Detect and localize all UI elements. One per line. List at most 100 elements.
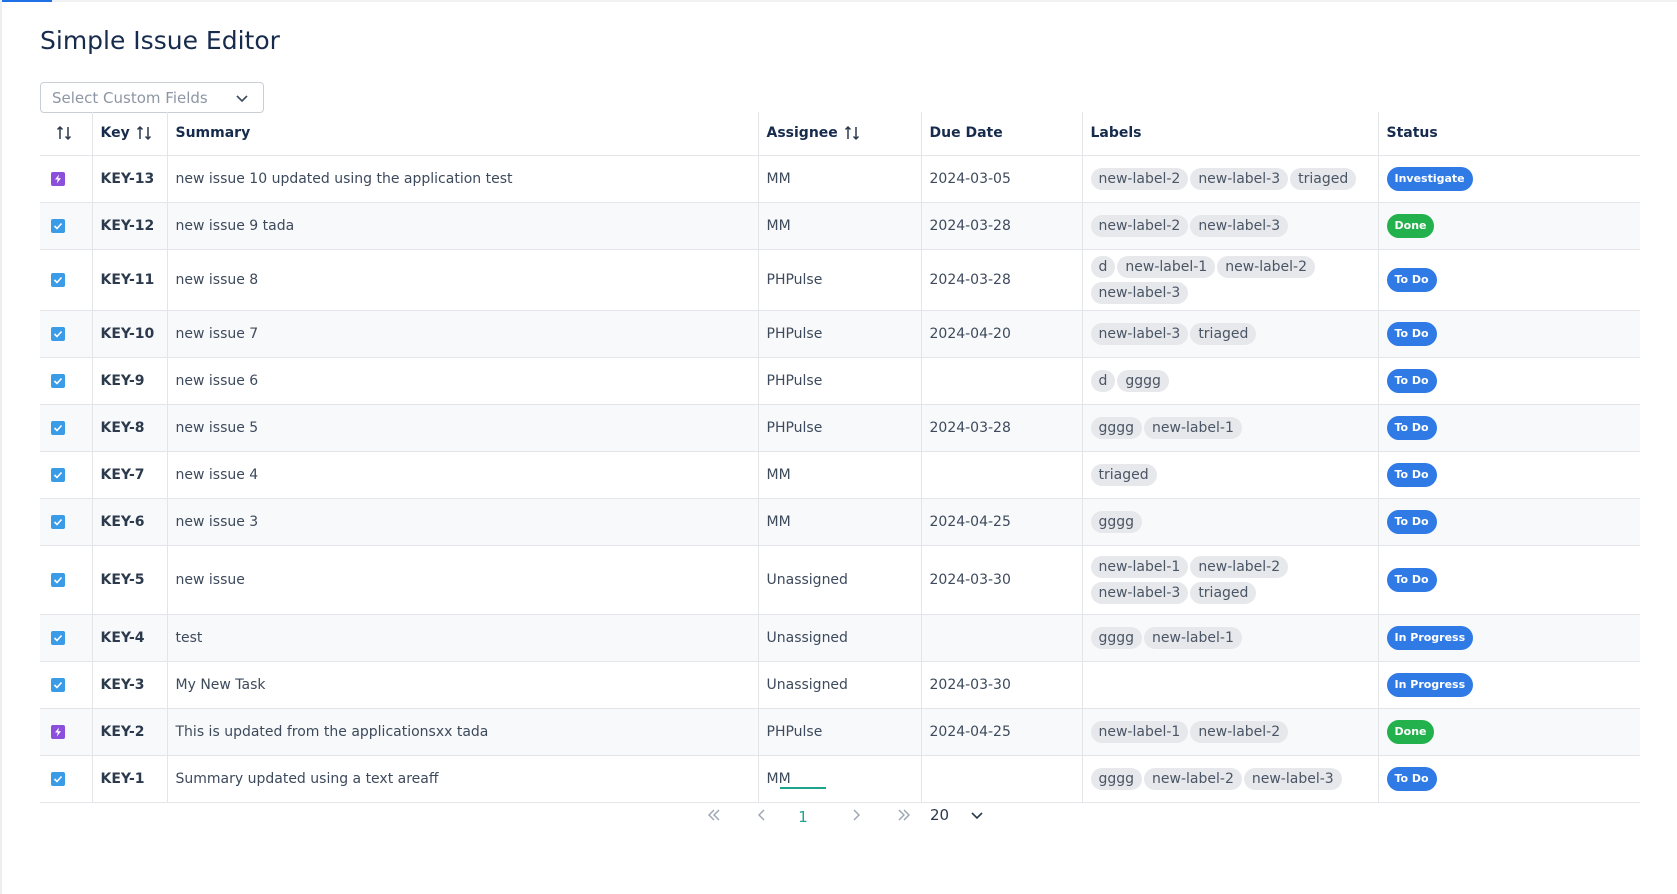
label-chip[interactable]: new-label-3 — [1190, 167, 1289, 190]
label-chip[interactable]: new-label-2 — [1190, 720, 1289, 743]
issue-key[interactable]: KEY-12 — [91, 202, 167, 250]
label-chip[interactable]: gggg — [1090, 510, 1143, 533]
issue-summary[interactable]: new issue — [166, 545, 758, 615]
label-chip[interactable]: new-label-2 — [1090, 214, 1189, 237]
status-badge[interactable]: To Do — [1386, 509, 1437, 534]
issue-assignee[interactable]: PHPulse — [757, 310, 921, 358]
issue-due-date[interactable]: 2024-03-28 — [920, 404, 1082, 452]
status-badge[interactable]: To Do — [1386, 766, 1437, 791]
label-chip[interactable]: new-label-1 — [1144, 626, 1242, 649]
issue-labels[interactable]: new-label-1 new-label-2 — [1081, 708, 1378, 756]
issue-due-date[interactable]: 2024-03-30 — [920, 545, 1082, 615]
sort-arrows-icon[interactable] — [56, 125, 72, 141]
issue-key[interactable]: KEY-10 — [91, 310, 167, 358]
issue-labels[interactable]: d gggg — [1081, 357, 1378, 405]
page-size-select[interactable]: 20 — [930, 800, 990, 830]
issue-key[interactable]: KEY-13 — [91, 155, 167, 203]
issue-key[interactable]: KEY-5 — [91, 545, 167, 615]
issue-assignee[interactable]: MM — [757, 155, 921, 203]
issue-assignee[interactable]: PHPulse — [757, 357, 921, 405]
issue-status-cell[interactable]: To Do — [1377, 545, 1640, 615]
issue-labels[interactable]: new-label-1 new-label-2new-label-3 triaged — [1081, 545, 1378, 615]
issue-summary[interactable]: new issue 3 — [166, 498, 758, 546]
label-chip[interactable]: gggg — [1090, 626, 1143, 649]
issue-labels[interactable]: gggg new-label-1 — [1081, 404, 1378, 452]
issue-due-date[interactable] — [920, 614, 1082, 662]
label-chip[interactable]: new-label-1 — [1090, 720, 1189, 743]
label-chip[interactable]: gggg — [1090, 416, 1143, 439]
first-page-button[interactable] — [699, 800, 729, 830]
label-chip[interactable]: new-label-2 — [1144, 767, 1242, 790]
issue-labels[interactable]: d new-label-1 new-label-2 new-label-3 — [1081, 249, 1378, 311]
label-chip[interactable]: triaged — [1090, 463, 1157, 486]
issue-status-cell[interactable]: To Do — [1377, 755, 1640, 803]
label-chip[interactable]: gggg — [1117, 369, 1169, 392]
issue-summary[interactable]: test — [166, 614, 758, 662]
table-row[interactable]: KEY-12 new issue 9 tada MM 2024-03-28 ne… — [40, 202, 1640, 250]
status-badge[interactable]: In Progress — [1386, 672, 1474, 697]
issue-summary[interactable]: My New Task — [166, 661, 758, 709]
issue-summary[interactable]: new issue 6 — [166, 357, 758, 405]
issue-due-date[interactable]: 2024-04-20 — [920, 310, 1082, 358]
issue-key[interactable]: KEY-3 — [91, 661, 167, 709]
last-page-button[interactable] — [889, 800, 919, 830]
table-row[interactable]: KEY-2 This is updated from the applicati… — [40, 708, 1640, 756]
type-column-header[interactable] — [40, 112, 92, 156]
status-badge[interactable]: To Do — [1386, 462, 1437, 487]
status-badge[interactable]: To Do — [1386, 321, 1437, 346]
issue-status-cell[interactable]: Done — [1377, 202, 1640, 250]
label-chip[interactable]: gggg — [1090, 767, 1143, 790]
issue-summary[interactable]: new issue 10 updated using the applicati… — [166, 155, 758, 203]
custom-fields-select[interactable]: Select Custom Fields — [40, 82, 264, 113]
previous-page-button[interactable] — [747, 800, 777, 830]
sort-arrows-icon[interactable] — [136, 125, 152, 141]
table-row[interactable]: KEY-4 test Unassigned gggg new-label-1 In… — [40, 614, 1640, 662]
label-chip[interactable]: new-label-2 — [1190, 555, 1289, 578]
label-chip[interactable]: new-label-2 — [1090, 167, 1189, 190]
issue-key[interactable]: KEY-1 — [91, 755, 167, 803]
issue-summary[interactable]: This is updated from the applicationsxx … — [166, 708, 758, 756]
status-badge[interactable]: Done — [1386, 719, 1435, 744]
issue-labels[interactable]: triaged — [1081, 451, 1378, 499]
table-row[interactable]: KEY-9 new issue 6 PHPulse d gggg To Do — [40, 357, 1640, 405]
status-badge[interactable]: To Do — [1386, 368, 1437, 393]
issue-assignee[interactable]: MM — [757, 202, 921, 250]
issue-assignee[interactable]: Unassigned — [757, 661, 921, 709]
issue-status-cell[interactable]: In Progress — [1377, 661, 1640, 709]
issue-due-date[interactable] — [920, 755, 1082, 803]
issue-key[interactable]: KEY-6 — [91, 498, 167, 546]
issue-summary[interactable]: new issue 9 tada — [166, 202, 758, 250]
status-badge[interactable]: Investigate — [1386, 166, 1473, 191]
issue-status-cell[interactable]: Done — [1377, 708, 1640, 756]
issue-labels[interactable]: new-label-3 triaged — [1081, 310, 1378, 358]
issue-due-date[interactable] — [920, 451, 1082, 499]
issue-assignee[interactable]: MM — [757, 498, 921, 546]
issue-key[interactable]: KEY-9 — [91, 357, 167, 405]
label-chip[interactable]: new-label-3 — [1090, 581, 1189, 604]
issue-status-cell[interactable]: In Progress — [1377, 614, 1640, 662]
issue-labels[interactable]: gggg new-label-2 new-label-3 — [1081, 755, 1378, 803]
issue-assignee[interactable]: PHPulse — [757, 249, 921, 311]
table-row[interactable]: KEY-3 My New Task Unassigned 2024-03-30 … — [40, 661, 1640, 709]
status-badge[interactable]: In Progress — [1386, 625, 1474, 650]
sort-arrows-icon[interactable] — [844, 125, 860, 141]
issue-assignee[interactable]: Unassigned — [757, 545, 921, 615]
issue-status-cell[interactable]: To Do — [1377, 357, 1640, 405]
issue-status-cell[interactable]: To Do — [1377, 451, 1640, 499]
label-chip[interactable]: d — [1090, 255, 1116, 278]
table-row[interactable]: KEY-6 new issue 3 MM 2024-04-25 gggg To … — [40, 498, 1640, 546]
label-chip[interactable]: new-label-1 — [1144, 416, 1242, 439]
issue-due-date[interactable]: 2024-03-05 — [920, 155, 1082, 203]
issue-due-date[interactable]: 2024-04-25 — [920, 708, 1082, 756]
issue-labels[interactable]: new-label-2 new-label-3 — [1081, 202, 1378, 250]
issue-status-cell[interactable]: Investigate — [1377, 155, 1640, 203]
label-chip[interactable]: new-label-1 — [1117, 255, 1216, 278]
issue-due-date[interactable]: 2024-03-28 — [920, 249, 1082, 311]
issue-assignee[interactable]: MM — [757, 451, 921, 499]
issue-summary[interactable]: new issue 7 — [166, 310, 758, 358]
issue-due-date[interactable]: 2024-04-25 — [920, 498, 1082, 546]
assignee-column-header[interactable]: Assignee — [757, 112, 921, 156]
label-chip[interactable]: new-label-3 — [1090, 281, 1189, 304]
table-row[interactable]: KEY-1 Summary updated using a text areaf… — [40, 755, 1640, 803]
table-row[interactable]: KEY-13 new issue 10 updated using the ap… — [40, 155, 1640, 203]
